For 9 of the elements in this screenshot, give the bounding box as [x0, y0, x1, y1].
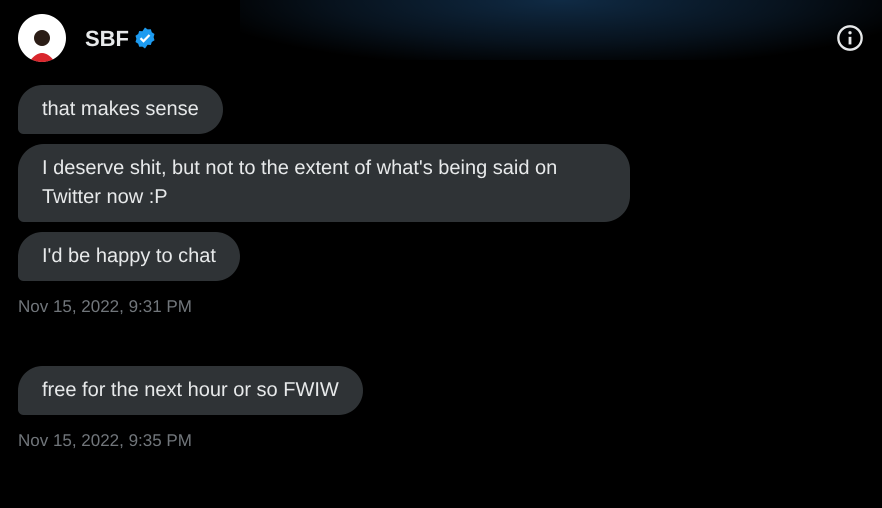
avatar[interactable]	[18, 14, 66, 62]
message-bubble: free for the next hour or so FWIW	[18, 366, 363, 414]
message-bubble: I deserve shit, but not to the extent of what's being said on Twitter now :P	[18, 144, 630, 222]
contact-name: SBF	[85, 24, 129, 52]
info-icon[interactable]	[836, 24, 864, 52]
message-bubble: I'd be happy to chat	[18, 232, 240, 281]
message-bubble: that makes sense	[18, 85, 223, 134]
timestamp: Nov 15, 2022, 9:35 PM	[18, 430, 192, 452]
timestamp: Nov 15, 2022, 9:31 PM	[18, 296, 192, 318]
